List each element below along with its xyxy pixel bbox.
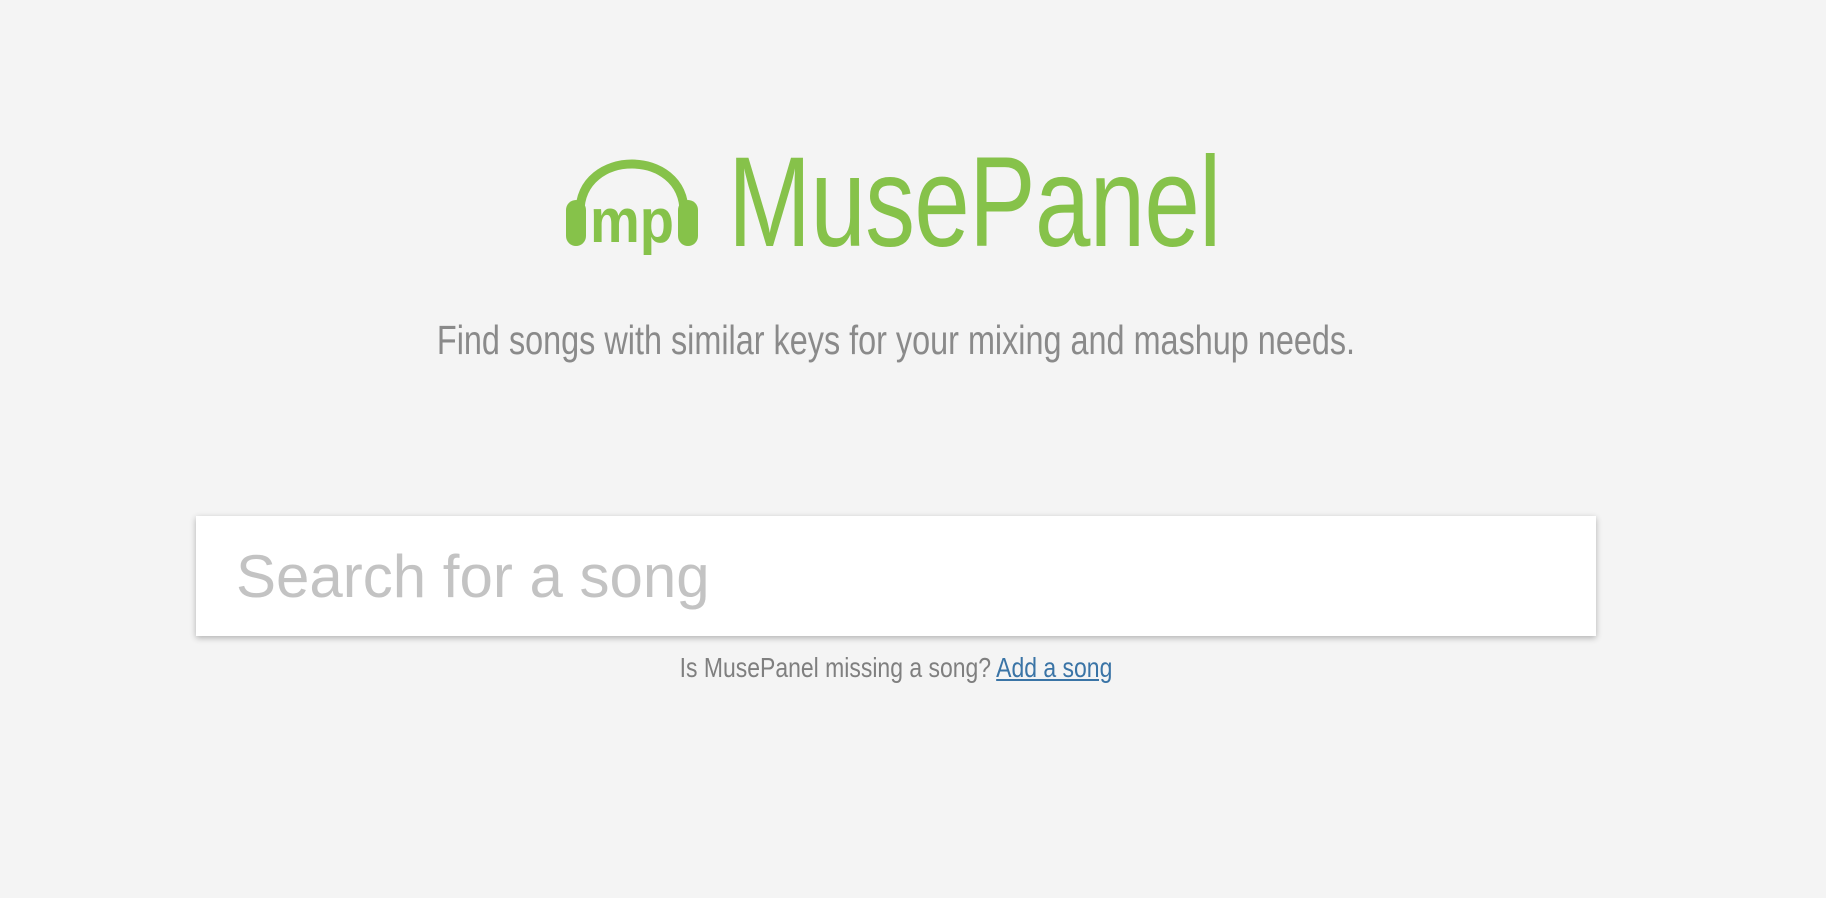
headphones-mp-logo-icon: mp xyxy=(566,159,698,256)
brand-name: MusePanel xyxy=(728,131,1221,274)
logo-text: mp xyxy=(590,187,674,256)
add-song-link[interactable]: Add a song xyxy=(996,652,1112,683)
missing-song-text: Is MusePanel missing a song? xyxy=(679,652,992,683)
search-box xyxy=(196,516,1596,636)
brand-header: mp MusePanel xyxy=(562,138,1359,268)
search-input[interactable] xyxy=(196,516,1596,636)
landing-page: mp MusePanel Find songs with similar key… xyxy=(0,0,1826,898)
tagline: Find songs with similar keys for your mi… xyxy=(436,317,1356,363)
missing-song-helper: Is MusePanel missing a song? Add a song xyxy=(161,650,1630,686)
